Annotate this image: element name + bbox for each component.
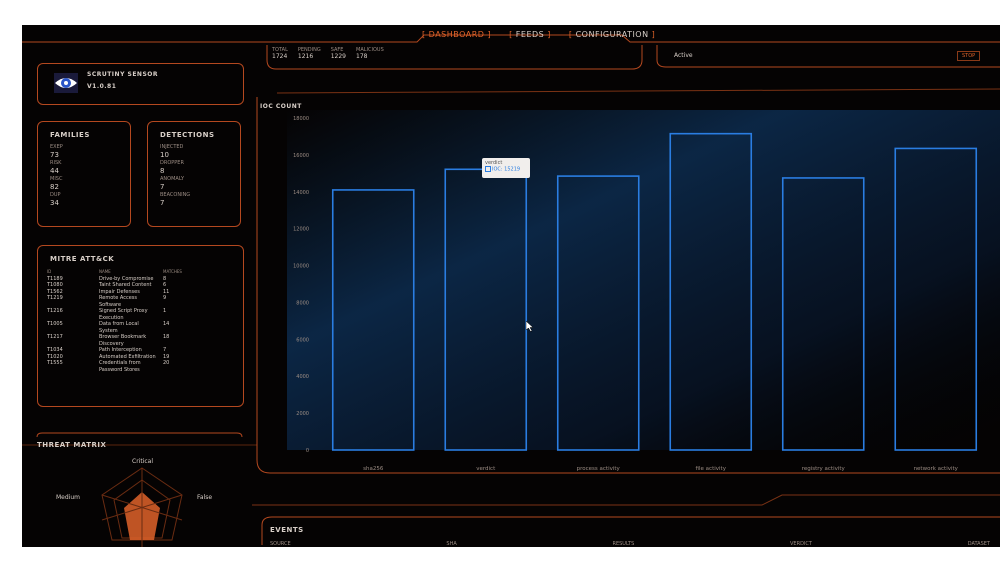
- y-tick-label: 12000: [293, 227, 309, 233]
- y-tick-label: 14000: [293, 190, 309, 196]
- events-col-source: SOURCE: [270, 541, 291, 547]
- y-tick-label: 0: [306, 448, 309, 454]
- x-tick-label: network activity: [914, 466, 959, 472]
- y-tick-label: 18000: [293, 116, 309, 122]
- events-col-results: RESULTS: [612, 541, 635, 547]
- events-col-sha: SHA: [446, 541, 457, 547]
- x-tick-label: file activity: [696, 466, 727, 472]
- x-tick-label: process activity: [577, 466, 621, 472]
- y-tick-label: 16000: [293, 153, 309, 159]
- events-title: EVENTS: [270, 526, 304, 534]
- events-col-verdict: VERDICT: [790, 541, 812, 547]
- mouse-cursor-icon: [526, 321, 534, 332]
- events-columns: SOURCE SHA RESULTS VERDICT DATASET: [270, 541, 990, 547]
- ioc-count-chart: 0 2000 4000 6000 8000 10000 12000 14000 16000 180…: [287, 110, 1000, 472]
- x-tick-label: registry activity: [802, 466, 846, 472]
- chart-title: IOC COUNT: [260, 103, 302, 110]
- y-tick-label: 6000: [296, 337, 309, 343]
- chart-tooltip: verdict IOC: 15219: [482, 158, 530, 178]
- series-swatch-icon: [485, 166, 491, 172]
- events-col-dataset: DATASET: [967, 541, 990, 547]
- y-tick-label: 8000: [296, 300, 309, 306]
- y-tick-label: 4000: [296, 374, 309, 380]
- y-tick-label: 2000: [296, 411, 309, 417]
- x-tick-label: verdict: [476, 466, 496, 472]
- tooltip-value: IOC: 15219: [492, 166, 521, 173]
- dashboard-screen: [ DASHBOARD ] [ FEEDS ] [ CONFIGURATION …: [22, 25, 1000, 547]
- y-tick-label: 10000: [293, 264, 309, 270]
- x-tick-label: sha256: [363, 466, 384, 472]
- tooltip-value-row: IOC: 15219: [485, 166, 527, 173]
